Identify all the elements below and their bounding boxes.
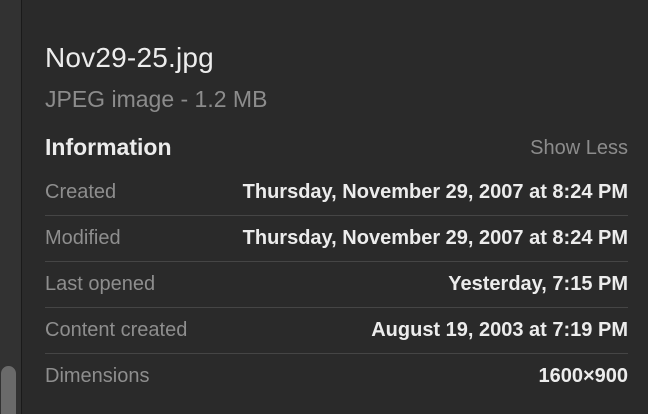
- sidebar-edge: [0, 0, 22, 414]
- info-row-content-created: Content created August 19, 2003 at 7:19 …: [45, 308, 628, 354]
- info-value: Thursday, November 29, 2007 at 8:24 PM: [242, 227, 628, 249]
- info-panel: Nov29-25.jpg JPEG image - 1.2 MB Informa…: [45, 0, 628, 414]
- section-title: Information: [45, 134, 172, 160]
- info-row-last-opened: Last opened Yesterday, 7:15 PM: [45, 262, 628, 308]
- information-section-header: Information Show Less: [45, 131, 628, 163]
- information-list: Created Thursday, November 29, 2007 at 8…: [45, 170, 628, 400]
- scrollbar-thumb[interactable]: [1, 366, 16, 414]
- info-label: Last opened: [45, 273, 156, 295]
- info-label: Dimensions: [45, 365, 150, 387]
- info-value: Thursday, November 29, 2007 at 8:24 PM: [242, 181, 628, 203]
- info-label: Modified: [45, 227, 121, 249]
- info-row-modified: Modified Thursday, November 29, 2007 at …: [45, 216, 628, 262]
- info-row-created: Created Thursday, November 29, 2007 at 8…: [45, 170, 628, 216]
- file-kind-size: JPEG image - 1.2 MB: [45, 86, 268, 112]
- info-value: 1600×900: [538, 365, 628, 387]
- info-row-dimensions: Dimensions 1600×900: [45, 354, 628, 400]
- info-label: Content created: [45, 319, 188, 341]
- show-less-button[interactable]: Show Less: [530, 134, 628, 162]
- info-value: August 19, 2003 at 7:19 PM: [371, 319, 628, 341]
- info-value: Yesterday, 7:15 PM: [448, 273, 628, 295]
- info-label: Created: [45, 181, 117, 203]
- file-name: Nov29-25.jpg: [45, 42, 214, 73]
